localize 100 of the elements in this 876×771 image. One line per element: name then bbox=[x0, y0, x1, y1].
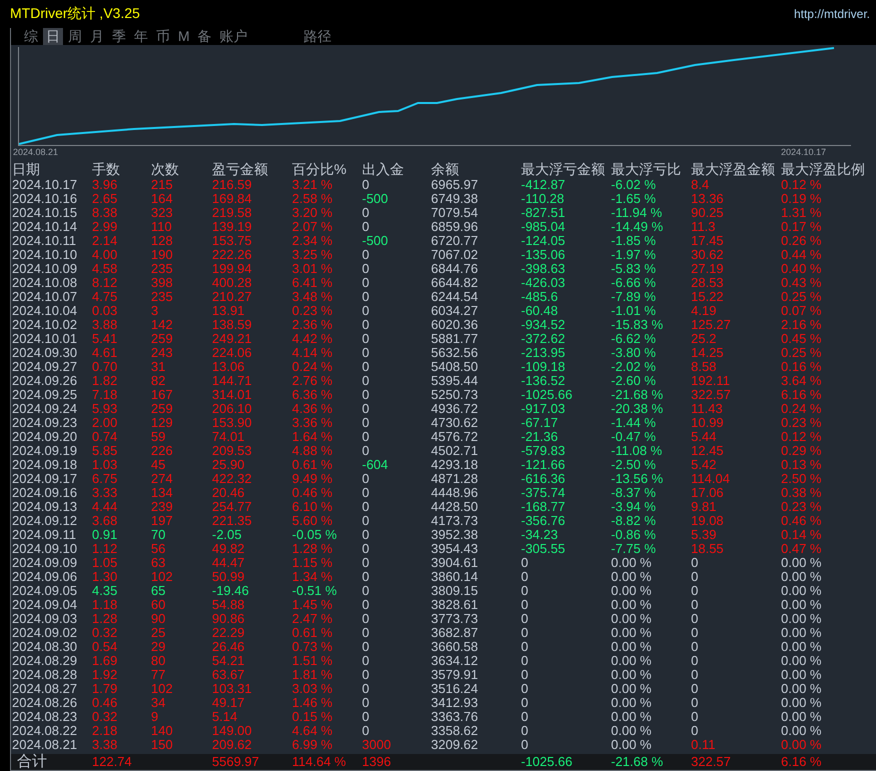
table-cell: 239 bbox=[150, 500, 173, 514]
table-cell: 8.12 bbox=[91, 276, 118, 290]
table-cell: 2.58 % bbox=[291, 192, 332, 206]
table-cell: 3.64 % bbox=[780, 374, 822, 388]
table-cell: 0.00 % bbox=[780, 626, 822, 640]
table-cell: -398.63 bbox=[520, 262, 566, 276]
table-cell: 190 bbox=[150, 248, 173, 262]
table-cell: 28.53 bbox=[690, 276, 724, 290]
table-cell: -0.05 % bbox=[291, 528, 337, 542]
table-cell: 3.68 bbox=[91, 514, 118, 528]
tab[interactable]: 月 bbox=[87, 28, 107, 45]
column-header: 百分比% bbox=[291, 160, 348, 178]
tab[interactable]: 年 bbox=[131, 28, 151, 45]
table-cell: 3.33 bbox=[91, 486, 118, 500]
table-cell: 0 bbox=[361, 374, 370, 388]
tab[interactable]: 账户 bbox=[216, 28, 251, 45]
table-cell: 0 bbox=[361, 276, 370, 290]
url-link[interactable]: http://mtdriver. bbox=[794, 7, 870, 21]
tab[interactable]: M bbox=[175, 28, 193, 45]
table-cell: 192.11 bbox=[690, 374, 730, 388]
tab[interactable]: 周 bbox=[65, 28, 85, 45]
table-cell: 0.00 % bbox=[610, 626, 652, 640]
table-cell: 1.69 bbox=[91, 654, 118, 668]
table-cell: -21.68 % bbox=[610, 754, 664, 770]
table-cell: 15.22 bbox=[690, 290, 724, 304]
table-cell: 19.08 bbox=[690, 514, 724, 528]
path-button[interactable]: 路径 bbox=[300, 28, 335, 45]
table-cell: -6.02 % bbox=[610, 178, 656, 192]
table-cell: 0.12 % bbox=[780, 430, 822, 444]
table-cell: 206.10 bbox=[211, 402, 252, 416]
table-cell: 0 bbox=[361, 542, 370, 556]
table-cell: -356.76 bbox=[520, 514, 566, 528]
tab[interactable]: 币 bbox=[153, 28, 173, 45]
table-cell: 63.67 bbox=[211, 668, 245, 682]
table-cell: -579.83 bbox=[520, 444, 566, 458]
table-cell: 5395.44 bbox=[430, 374, 478, 388]
table-cell: 3.96 bbox=[91, 178, 118, 192]
table-cell: 65 bbox=[150, 584, 166, 598]
table-cell: 5.41 bbox=[91, 332, 118, 346]
table-cell: 0.17 % bbox=[780, 220, 822, 234]
table-cell: 0 bbox=[520, 710, 528, 724]
tab[interactable]: 季 bbox=[109, 28, 129, 45]
table-cell: 0.73 % bbox=[291, 640, 332, 654]
table-cell: 4.14 % bbox=[291, 346, 332, 360]
table-cell: 13.06 bbox=[211, 360, 245, 374]
table-cell: 74.01 bbox=[211, 430, 245, 444]
table-cell: 11.43 bbox=[690, 402, 723, 416]
table-cell: 31 bbox=[150, 360, 166, 374]
table-cell: 5.85 bbox=[91, 444, 118, 458]
table-cell: 2024.09.17 bbox=[11, 472, 78, 486]
table-cell: 0 bbox=[690, 710, 698, 724]
table-cell: -3.80 % bbox=[610, 346, 656, 360]
table-cell: 0.00 % bbox=[610, 668, 652, 682]
tab[interactable]: 备 bbox=[194, 28, 215, 45]
table-cell: 0 bbox=[361, 318, 370, 332]
table-cell: 6.16 % bbox=[780, 388, 822, 402]
table-cell: 8.4 bbox=[690, 178, 710, 192]
table-cell: 3.21 % bbox=[291, 178, 332, 192]
table-cell: 221.35 bbox=[211, 514, 252, 528]
table-cell: 8.38 bbox=[91, 206, 118, 220]
table-cell: 215 bbox=[150, 178, 173, 192]
table-cell: 0.11 bbox=[690, 738, 716, 752]
table-cell: -985.04 bbox=[520, 220, 566, 234]
table-cell: 1.28 % bbox=[291, 542, 332, 556]
table-cell: 2.47 % bbox=[291, 612, 332, 626]
table-cell: 6020.36 bbox=[430, 318, 478, 332]
tab[interactable]: 综 bbox=[21, 28, 41, 45]
table-cell: -375.74 bbox=[520, 486, 566, 500]
table-cell: 4871.28 bbox=[430, 472, 478, 486]
table-cell: 0 bbox=[361, 570, 370, 584]
table-cell: 27.19 bbox=[690, 262, 724, 276]
table-cell: 199.94 bbox=[211, 262, 252, 276]
table-cell: 102 bbox=[150, 570, 173, 584]
table-cell: 0 bbox=[361, 556, 370, 570]
table-cell: -8.82 % bbox=[610, 514, 656, 528]
table-cell: 0 bbox=[361, 724, 370, 738]
table-cell: 0 bbox=[520, 584, 528, 598]
table-cell: 1.45 % bbox=[291, 598, 332, 612]
table-cell: 0.00 % bbox=[610, 612, 652, 626]
table-cell: 210.27 bbox=[211, 290, 252, 304]
table-cell: 0.00 % bbox=[780, 738, 822, 752]
table-cell: 4.64 % bbox=[291, 724, 332, 738]
table-cell: -1.97 % bbox=[610, 248, 656, 262]
table-cell: 9 bbox=[150, 710, 158, 724]
table-cell: 5.14 bbox=[211, 710, 238, 724]
table-cell: 2024.09.18 bbox=[11, 458, 78, 472]
table-cell: 6749.38 bbox=[430, 192, 478, 206]
table-cell: 2024.08.29 bbox=[11, 654, 78, 668]
table-cell: 167 bbox=[150, 388, 173, 402]
table-cell: 1.30 bbox=[91, 570, 118, 584]
table-cell: 0 bbox=[361, 430, 370, 444]
table-cell: 259 bbox=[150, 402, 173, 416]
table-cell: -7.75 % bbox=[610, 542, 656, 556]
table-cell: 6644.82 bbox=[430, 276, 478, 290]
table-cell: 3.20 % bbox=[291, 206, 332, 220]
table-cell: -372.62 bbox=[520, 332, 566, 346]
tab[interactable]: 日 bbox=[43, 28, 63, 45]
table-cell: 398 bbox=[150, 276, 173, 290]
table-cell: -426.03 bbox=[520, 276, 566, 290]
table-cell: 0 bbox=[690, 584, 698, 598]
